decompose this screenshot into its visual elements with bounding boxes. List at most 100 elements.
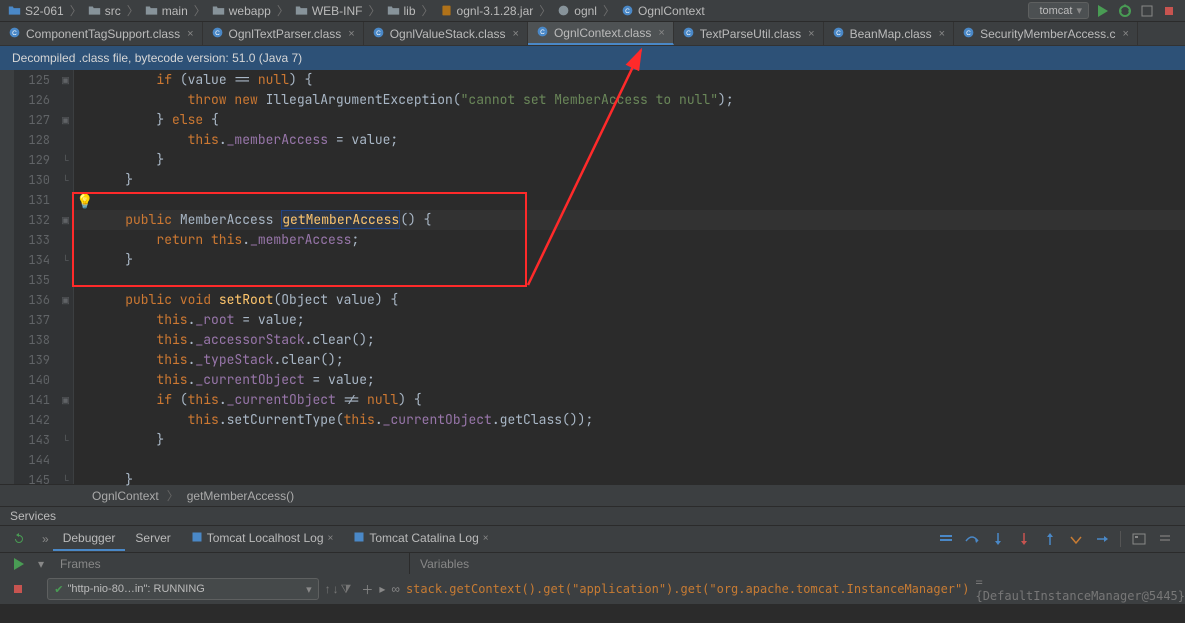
crumb-class[interactable]: OgnlContext xyxy=(92,489,159,503)
frame-up-icon[interactable]: ↑ xyxy=(325,582,331,597)
fold-marker-icon[interactable]: ▣ xyxy=(61,215,70,226)
expand-icon[interactable]: » xyxy=(38,532,53,546)
intention-bulb-icon[interactable]: 💡 xyxy=(76,193,93,211)
breadcrumb-item[interactable]: lib xyxy=(383,4,420,18)
breadcrumb-item[interactable]: ognl xyxy=(553,4,601,18)
fold-marker-icon[interactable]: ▣ xyxy=(61,115,70,126)
editor-tab[interactable]: CTextParseUtil.class× xyxy=(674,22,824,45)
evaluate-expression-icon[interactable] xyxy=(1131,531,1147,547)
close-icon[interactable]: × xyxy=(513,28,519,40)
svg-text:C: C xyxy=(686,29,691,36)
close-icon[interactable]: × xyxy=(328,533,334,544)
breadcrumb-item[interactable]: ognl-3.1.28.jar xyxy=(436,4,538,18)
crumb-method[interactable]: getMemberAccess() xyxy=(187,489,294,503)
drop-frame-icon[interactable] xyxy=(1068,531,1084,547)
code-line[interactable]: } xyxy=(74,430,1185,450)
code-line[interactable]: throw new IllegalArgumentException("cann… xyxy=(74,90,1185,110)
close-icon[interactable]: × xyxy=(483,533,489,544)
editor-tab[interactable]: CComponentTagSupport.class× xyxy=(0,22,203,45)
code-line[interactable]: if (value == null) { xyxy=(74,70,1185,90)
code-area[interactable]: 💡 if (value == null) { throw new Illegal… xyxy=(74,70,1185,484)
run-to-cursor-icon[interactable] xyxy=(1094,531,1110,547)
debug-tab[interactable]: Server xyxy=(125,527,180,551)
code-line[interactable] xyxy=(74,270,1185,290)
filter-icon[interactable]: ⧩ xyxy=(341,582,352,597)
fold-marker-icon[interactable]: └ xyxy=(62,175,68,185)
close-icon[interactable]: × xyxy=(187,28,193,40)
code-line[interactable]: return this._memberAccess; xyxy=(74,230,1185,250)
close-icon[interactable]: × xyxy=(348,28,354,40)
stop-button[interactable] xyxy=(1161,3,1177,19)
fold-marker-icon[interactable]: └ xyxy=(62,475,68,485)
breadcrumb-item[interactable]: src xyxy=(84,4,125,18)
breadcrumb-item[interactable]: COgnlContext xyxy=(617,4,709,18)
breadcrumb-item[interactable]: main xyxy=(141,4,192,18)
step-into-icon[interactable] xyxy=(990,531,1006,547)
class-icon: C xyxy=(8,26,21,42)
code-line[interactable]: this._memberAccess = value; xyxy=(74,130,1185,150)
fold-marker-icon[interactable]: └ xyxy=(62,435,68,445)
code-line[interactable]: this._typeStack.clear(); xyxy=(74,350,1185,370)
show-execution-point-icon[interactable] xyxy=(938,531,954,547)
editor[interactable]: 1251261271281291301311321331341351361371… xyxy=(0,70,1185,484)
thread-select[interactable]: ✔ "http-nio-80…in": RUNNING ▾ xyxy=(47,578,318,600)
code-line[interactable]: if (this._currentObject != null) { xyxy=(74,390,1185,410)
code-line[interactable] xyxy=(74,450,1185,470)
editor-tab[interactable]: CBeanMap.class× xyxy=(824,22,954,45)
step-over-icon[interactable] xyxy=(964,531,980,547)
fold-marker-icon[interactable]: ▣ xyxy=(61,395,70,406)
stop-debug-button[interactable] xyxy=(10,581,26,597)
class-icon: C xyxy=(372,26,385,42)
run-button[interactable] xyxy=(1095,3,1111,19)
frame-down-icon[interactable]: ↓ xyxy=(333,582,339,597)
breadcrumb-item[interactable]: WEB-INF xyxy=(291,4,367,18)
class-icon: C xyxy=(536,25,549,41)
force-step-into-icon[interactable] xyxy=(1016,531,1032,547)
editor-tab[interactable]: CSecurityMemberAccess.c× xyxy=(954,22,1138,45)
chevron-down-icon[interactable]: ▾ xyxy=(38,553,50,574)
breadcrumb-item[interactable]: webapp xyxy=(208,4,275,18)
add-watch-icon[interactable]: ＋ xyxy=(361,581,373,598)
code-line[interactable]: public MemberAccess getMemberAccess() { xyxy=(74,210,1185,230)
fold-marker-icon[interactable]: ▣ xyxy=(61,75,70,86)
code-line[interactable]: this._currentObject = value; xyxy=(74,370,1185,390)
close-icon[interactable]: × xyxy=(808,28,814,40)
rerun-button[interactable] xyxy=(11,531,27,547)
breadcrumb-item[interactable]: S2-061 xyxy=(4,4,68,18)
editor-tab[interactable]: COgnlContext.class× xyxy=(528,22,674,45)
debug-tab[interactable]: Tomcat Localhost Log× xyxy=(181,527,344,552)
close-icon[interactable]: × xyxy=(658,27,664,39)
debug-tab[interactable]: Tomcat Catalina Log× xyxy=(343,527,498,552)
close-icon[interactable]: × xyxy=(939,28,945,40)
code-line[interactable]: } else { xyxy=(74,110,1185,130)
watch-expression[interactable]: stack.getContext().get("application").ge… xyxy=(406,582,970,596)
close-icon[interactable]: × xyxy=(1122,28,1128,40)
code-line[interactable]: } xyxy=(74,150,1185,170)
run-config-select[interactable]: tomcat ▾ xyxy=(1028,2,1089,19)
code-line[interactable]: } xyxy=(74,250,1185,270)
code-line[interactable] xyxy=(74,190,1185,210)
code-line[interactable]: this._accessorStack.clear(); xyxy=(74,330,1185,350)
attach-button[interactable] xyxy=(11,556,27,572)
debug-tab[interactable]: Debugger xyxy=(53,527,126,551)
code-line[interactable]: this.setCurrentType(this._currentObject.… xyxy=(74,410,1185,430)
code-line[interactable]: } xyxy=(74,470,1185,490)
code-line[interactable]: this._root = value; xyxy=(74,310,1185,330)
thread-label: "http-nio-80…in": RUNNING xyxy=(67,583,302,595)
step-out-icon[interactable] xyxy=(1042,531,1058,547)
debug-toolbar: » DebuggerServerTomcat Localhost Log×Tom… xyxy=(0,526,1185,552)
code-line[interactable]: public void setRoot(Object value) { xyxy=(74,290,1185,310)
fold-marker-icon[interactable]: └ xyxy=(62,155,68,165)
trace-current-icon[interactable] xyxy=(1157,531,1173,547)
editor-tab[interactable]: COgnlTextParser.class× xyxy=(203,22,364,45)
breadcrumb-label: webapp xyxy=(229,4,271,18)
fold-marker-icon[interactable]: ▣ xyxy=(61,295,70,306)
run-coverage-button[interactable] xyxy=(1139,3,1155,19)
class-icon: C xyxy=(682,26,695,42)
debug-button[interactable] xyxy=(1117,3,1133,19)
code-line[interactable]: } xyxy=(74,170,1185,190)
expand-icon[interactable]: ▸ xyxy=(379,582,385,596)
services-toolwindow-header[interactable]: Services xyxy=(0,506,1185,526)
fold-marker-icon[interactable]: └ xyxy=(62,255,68,265)
editor-tab[interactable]: COgnlValueStack.class× xyxy=(364,22,528,45)
